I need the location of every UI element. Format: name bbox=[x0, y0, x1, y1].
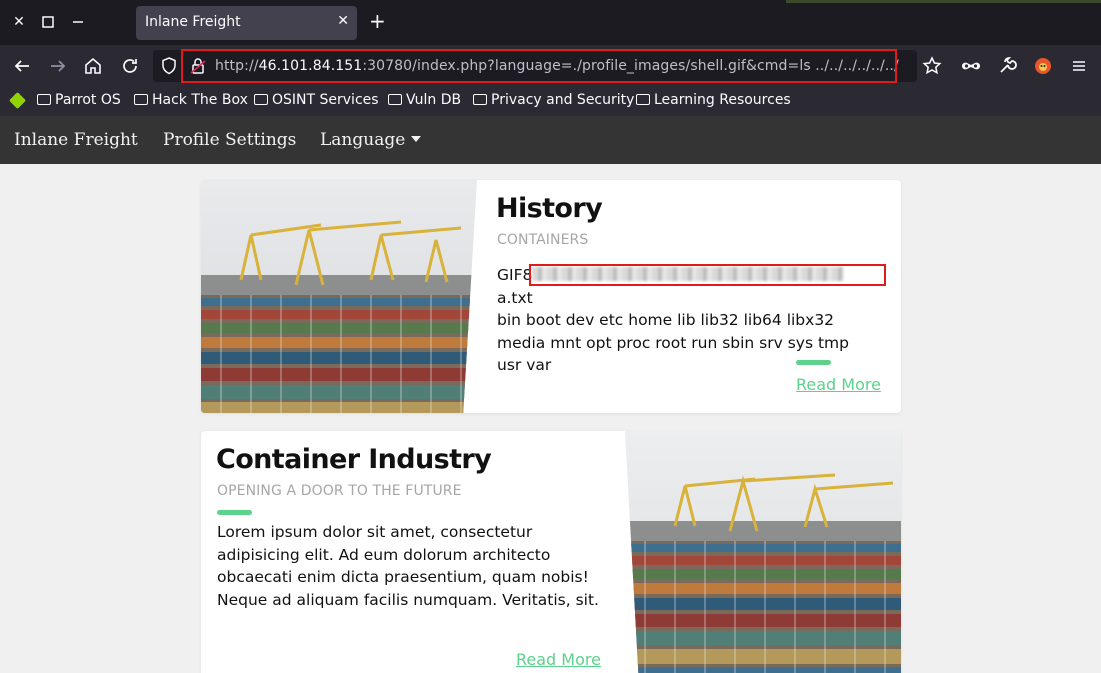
folder-icon bbox=[388, 94, 402, 105]
output-prefix: GIF8 bbox=[497, 266, 533, 284]
tab-title: Inlane Freight bbox=[145, 14, 241, 30]
site-navbar: Inlane Freight Profile Settings Language bbox=[0, 116, 1101, 164]
bookmark-parrot-os[interactable]: Parrot OS bbox=[37, 92, 121, 112]
bookmark-star-icon[interactable] bbox=[920, 54, 944, 78]
fox-extension-icon[interactable] bbox=[1031, 54, 1055, 78]
folder-icon bbox=[473, 94, 487, 105]
card-subtitle: OPENING A DOOR TO THE FUTURE bbox=[217, 483, 462, 499]
browser-tab[interactable]: Inlane Freight ✕ bbox=[136, 6, 357, 40]
card-subtitle: CONTAINERS bbox=[497, 232, 589, 248]
reload-icon[interactable] bbox=[118, 54, 142, 78]
shield-icon[interactable] bbox=[157, 54, 181, 78]
bookmark-hack-the-box[interactable]: Hack The Box bbox=[134, 92, 248, 112]
bookmark-label: Privacy and Security bbox=[491, 92, 635, 108]
browser-titlebar: ✕ Inlane Freight ✕ + bbox=[0, 0, 1101, 45]
bookmark-learning-resources[interactable]: Learning Resources bbox=[636, 92, 791, 112]
wrench-icon[interactable] bbox=[995, 54, 1019, 78]
mask-icon[interactable] bbox=[959, 54, 983, 78]
nav-profile-settings[interactable]: Profile Settings bbox=[163, 130, 296, 150]
close-window-icon[interactable]: ✕ bbox=[11, 14, 27, 30]
bookmark-vuln-db[interactable]: Vuln DB bbox=[388, 92, 461, 112]
folder-icon bbox=[254, 94, 268, 105]
read-more-link[interactable]: Read More bbox=[516, 650, 601, 669]
bookmark-label: Hack The Box bbox=[152, 92, 248, 108]
bookmark-label: Parrot OS bbox=[55, 92, 121, 108]
bookmark-privacy-security[interactable]: Privacy and Security bbox=[473, 92, 634, 112]
home-icon[interactable] bbox=[81, 54, 105, 78]
nav-brand[interactable]: Inlane Freight bbox=[14, 130, 138, 150]
output-highlight-box bbox=[529, 264, 886, 286]
folder-icon bbox=[636, 94, 650, 105]
back-icon[interactable] bbox=[10, 54, 34, 78]
nav-language-dropdown[interactable]: Language bbox=[320, 130, 422, 150]
accent-bar bbox=[217, 510, 252, 515]
forward-icon[interactable] bbox=[46, 54, 70, 78]
card-body: Lorem ipsum dolor sit amet, consectetur … bbox=[217, 523, 599, 609]
folder-icon bbox=[134, 94, 148, 105]
menu-icon[interactable] bbox=[1067, 54, 1091, 78]
port-containers-image bbox=[625, 431, 901, 673]
container-industry-card: Container Industry OPENING A DOOR TO THE… bbox=[201, 431, 901, 673]
url-highlight-box bbox=[181, 49, 897, 83]
folder-icon bbox=[37, 94, 51, 105]
new-tab-icon[interactable]: + bbox=[369, 11, 386, 31]
bookmark-label: OSINT Services bbox=[272, 92, 379, 108]
port-containers-image bbox=[201, 180, 477, 413]
accent-bar bbox=[796, 360, 831, 365]
bookmark-label: Learning Resources bbox=[654, 92, 791, 108]
history-card: History CONTAINERS GIF8a.txt bin boot de… bbox=[201, 180, 901, 413]
titlebar-decoration bbox=[786, 0, 1101, 3]
bookmark-label: Vuln DB bbox=[406, 92, 462, 108]
card-title: Container Industry bbox=[216, 444, 492, 475]
minimize-icon[interactable] bbox=[70, 14, 86, 30]
tab-close-icon[interactable]: ✕ bbox=[337, 13, 349, 29]
maximize-icon[interactable] bbox=[40, 14, 56, 30]
nav-language-label: Language bbox=[320, 130, 406, 150]
chevron-down-icon bbox=[411, 136, 422, 142]
card-title: History bbox=[496, 193, 603, 224]
output-suffix: a.txt bbox=[497, 288, 533, 307]
read-more-link[interactable]: Read More bbox=[796, 375, 881, 394]
bookmarks-bar: Parrot OS Hack The Box OSINT Services Vu… bbox=[0, 87, 1101, 116]
bookmark-osint-services[interactable]: OSINT Services bbox=[254, 92, 379, 112]
